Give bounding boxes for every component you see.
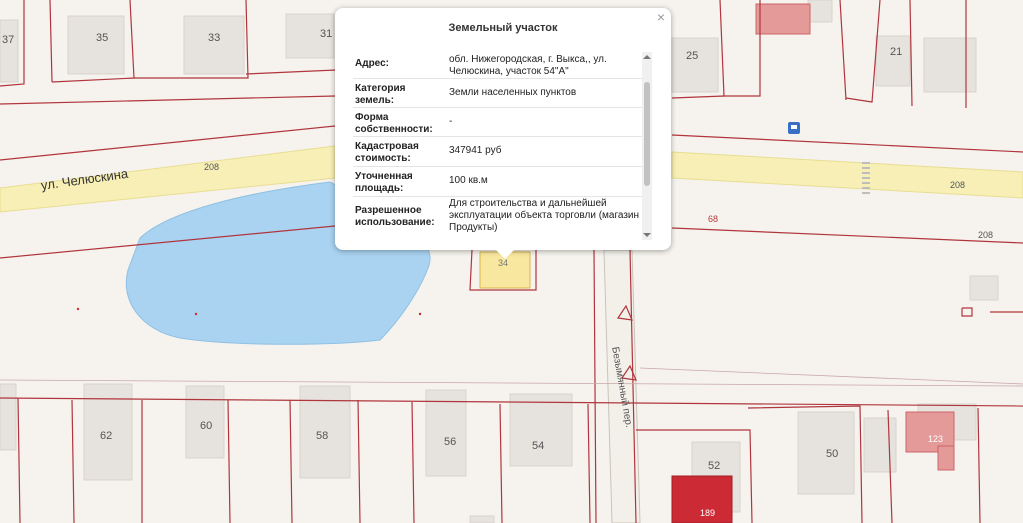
building [183, 15, 245, 75]
building [807, 0, 833, 23]
scrollbar-thumb[interactable] [644, 82, 650, 186]
parcel-number: 68 [708, 214, 719, 224]
building-highlighted [755, 3, 811, 35]
attribute-value: обл. Нижегородская, г. Выкса,, ул. Челюс… [449, 54, 607, 77]
house-number: 34 [498, 258, 509, 268]
attribute-row: Разрешенное использование: Для строитель… [353, 197, 643, 237]
map-point [194, 312, 198, 316]
building [875, 35, 911, 87]
attribute-key: Кадастровая стоимость: [355, 141, 419, 164]
house-number: 56 [444, 436, 457, 448]
parcel-attributes: Адрес: обл. Нижегородская, г. Выкса,, ул… [353, 50, 643, 237]
attribute-value: Для строительства и дальнейшей эксплуата… [449, 198, 640, 233]
attribute-value: 347941 руб [449, 145, 502, 156]
building [509, 393, 573, 467]
road-number-left: 208 [204, 162, 220, 172]
building-highlighted [937, 445, 955, 471]
attribute-row: Адрес: обл. Нижегородская, г. Выкса,, ул… [353, 50, 643, 79]
building [923, 37, 977, 93]
house-number: 62 [100, 430, 113, 442]
parcel-number: 189 [700, 508, 716, 518]
building [0, 383, 17, 451]
attribute-value: Земли населенных пунктов [449, 87, 577, 98]
attribute-row: Категория земель: Земли населенных пункт… [353, 79, 643, 108]
parcel-number: 123 [928, 434, 944, 444]
house-number: 50 [826, 448, 839, 460]
house-number: 25 [686, 50, 699, 62]
building [67, 15, 125, 75]
house-number: 37 [2, 34, 15, 46]
building [671, 37, 719, 93]
road-number-right: 208 [950, 180, 966, 190]
attribute-key: Разрешенное использование: [355, 205, 435, 228]
house-number: 52 [708, 460, 721, 472]
parcel-info-popup: Земельный участок × Адрес: обл. Нижегоро… [335, 8, 671, 259]
scroll-down-icon[interactable] [643, 233, 651, 237]
attribute-key: Адрес: [355, 58, 389, 69]
building [863, 417, 897, 473]
house-number: 54 [532, 440, 545, 452]
house-number: 58 [316, 430, 329, 442]
map-point [418, 312, 422, 316]
building [969, 275, 999, 301]
house-number: 21 [890, 46, 903, 58]
popup-title: Земельный участок [448, 22, 558, 34]
attribute-value: - [449, 116, 453, 127]
attribute-row: Кадастровая стоимость: 347941 руб [353, 137, 643, 167]
attribute-key: Форма собственности: [355, 112, 433, 135]
popup-pointer [495, 249, 515, 259]
popup-scrollbar[interactable] [642, 52, 652, 240]
building [469, 515, 495, 523]
road-number-far-right: 208 [978, 230, 994, 240]
close-icon[interactable]: × [657, 9, 665, 25]
house-number: 60 [200, 420, 213, 432]
building [0, 19, 19, 83]
attribute-key: Уточненная площадь: [355, 171, 413, 194]
scroll-up-icon[interactable] [643, 55, 651, 59]
map-point [76, 307, 80, 311]
attribute-value: 100 кв.м [449, 175, 488, 186]
house-number: 33 [208, 32, 221, 44]
attribute-row: Форма собственности: - [353, 108, 643, 137]
house-number: 31 [320, 28, 333, 40]
building [425, 389, 467, 477]
attribute-key: Категория земель: [355, 83, 406, 106]
attribute-row: Уточненная площадь: 100 кв.м [353, 167, 643, 197]
house-number: 35 [96, 32, 109, 44]
